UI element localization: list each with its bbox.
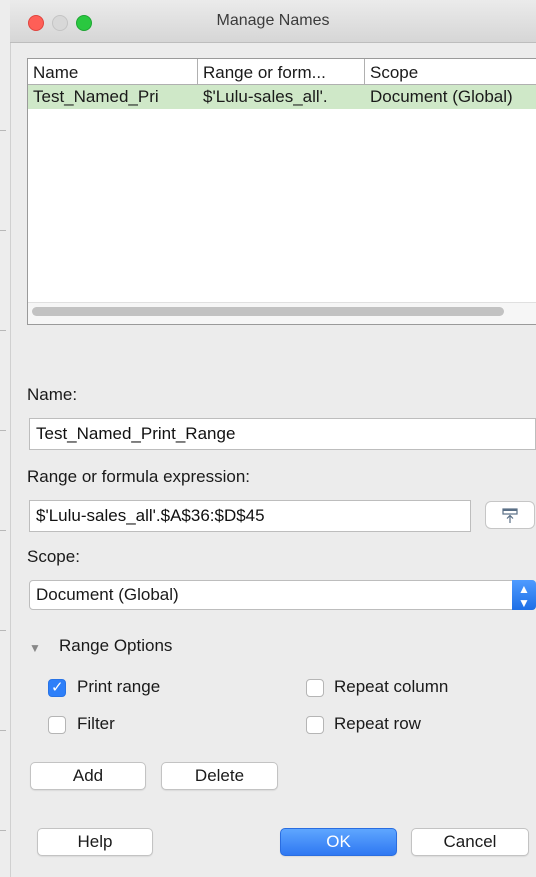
delete-button[interactable]: Delete xyxy=(161,762,278,790)
horizontal-scrollbar-thumb[interactable] xyxy=(32,307,504,316)
ruler-tick xyxy=(0,430,6,431)
repeat-row-checkbox[interactable] xyxy=(306,716,324,734)
cell-range[interactable]: $'Lulu-sales_all'. xyxy=(198,86,365,108)
column-header-range[interactable]: Range or form... xyxy=(198,59,365,85)
shrink-dialog-button[interactable] xyxy=(485,501,535,529)
scope-select-value: Document (Global) xyxy=(36,585,179,604)
filter-label: Filter xyxy=(77,714,115,733)
range-expression-field[interactable]: $'Lulu-sales_all'.$A$36:$D$45 xyxy=(29,500,471,532)
column-header-scope[interactable]: Scope xyxy=(365,59,536,85)
ruler-tick xyxy=(0,130,6,131)
print-range-checkbox[interactable] xyxy=(48,678,66,697)
repeat-row-label: Repeat row xyxy=(334,714,421,733)
disclosure-triangle-icon: ▼ xyxy=(29,641,41,655)
ruler-tick xyxy=(0,330,6,331)
range-label: Range or formula expression: xyxy=(27,467,251,486)
add-button[interactable]: Add xyxy=(30,762,146,790)
ruler-tick xyxy=(0,830,6,831)
ruler-tick xyxy=(0,230,6,231)
cell-name[interactable]: Test_Named_Pri xyxy=(28,86,198,108)
ruler-tick xyxy=(0,730,6,731)
named-ranges-table[interactable]: Name Range or form... Scope Test_Named_P… xyxy=(27,58,536,325)
ok-button[interactable]: OK xyxy=(280,828,397,856)
title-bar: Manage Names xyxy=(10,0,536,43)
select-arrows-icon: ▲ ▼ xyxy=(512,580,536,610)
cell-scope[interactable]: Document (Global) xyxy=(365,86,536,108)
scope-label: Scope: xyxy=(27,547,80,566)
ruler-tick xyxy=(0,530,6,531)
repeat-column-checkbox[interactable] xyxy=(306,679,324,697)
background-sheet-edge xyxy=(0,0,11,877)
repeat-column-label: Repeat column xyxy=(334,677,449,696)
ruler-tick xyxy=(0,630,6,631)
cancel-button[interactable]: Cancel xyxy=(411,828,529,856)
name-field[interactable]: Test_Named_Print_Range xyxy=(29,418,536,450)
column-header-name[interactable]: Name xyxy=(28,59,198,85)
print-range-label: Print range xyxy=(77,677,161,696)
name-label: Name: xyxy=(27,385,78,404)
range-options-label: Range Options xyxy=(59,636,173,655)
help-button[interactable]: Help xyxy=(37,828,153,856)
filter-checkbox[interactable] xyxy=(48,716,66,734)
scope-select[interactable]: Document (Global) ▲ ▼ xyxy=(29,580,536,610)
window-title: Manage Names xyxy=(216,12,330,29)
shrink-icon xyxy=(502,508,518,523)
